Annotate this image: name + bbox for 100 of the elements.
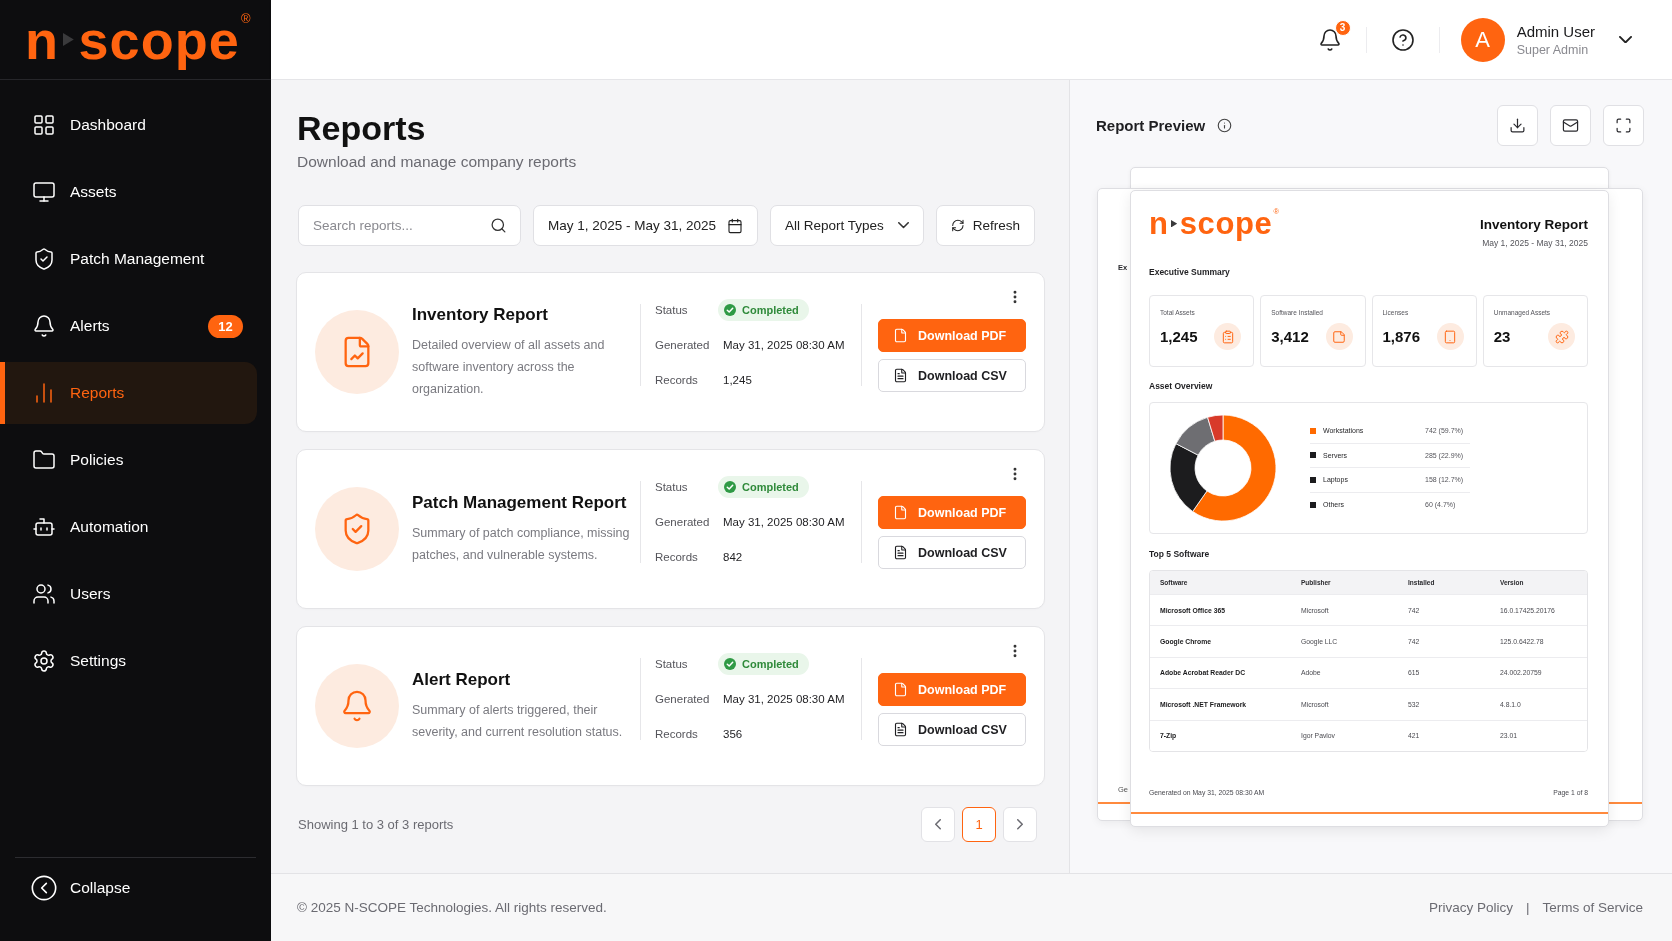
- field-value: 842: [723, 551, 743, 563]
- user-role: Super Admin: [1516, 42, 1589, 57]
- stat-value: 1,876: [1382, 328, 1421, 345]
- check-circle-icon: [724, 658, 736, 670]
- stat-value: 1,245: [1160, 328, 1198, 345]
- shield-icon: [32, 247, 56, 271]
- sidebar-item[interactable]: Users: [0, 563, 257, 625]
- tablet-icon: [1436, 323, 1464, 350]
- report-type-dropdown[interactable]: All Report Types: [770, 205, 924, 246]
- sidebar-item[interactable]: Dashboard: [0, 94, 257, 156]
- stat-value: 3,412: [1271, 328, 1309, 345]
- document-icon: [893, 545, 908, 560]
- date-range-picker[interactable]: May 1, 2025 - May 31, 2025: [533, 205, 758, 246]
- puzzle-icon: [1548, 323, 1575, 350]
- file-icon: [893, 682, 908, 697]
- refresh-icon: [951, 218, 965, 233]
- report-title: Patch Management Report: [412, 492, 627, 514]
- status-text: Completed: [742, 658, 799, 670]
- field-label: Status: [655, 304, 688, 316]
- field-value: May 31, 2025 08:30 AM: [723, 339, 845, 351]
- field-label: Generated: [655, 339, 710, 351]
- sidebar-item[interactable]: Patch Management: [0, 228, 257, 290]
- chevron-down-icon: [1619, 35, 1632, 44]
- help-icon: [1390, 27, 1415, 52]
- download-csv-button[interactable]: Download CSV: [878, 713, 1026, 746]
- search-icon: [490, 217, 507, 234]
- separator-text: |: [1525, 900, 1530, 915]
- file-icon: [893, 328, 908, 343]
- sidebar-item[interactable]: Reports: [0, 362, 257, 424]
- field-label: Status: [655, 658, 688, 670]
- download-csv-button[interactable]: Download CSV: [878, 536, 1026, 569]
- page-title: Reports: [297, 108, 426, 148]
- footer-link[interactable]: Privacy Policy: [1428, 900, 1513, 915]
- field-label: Records: [655, 728, 698, 740]
- preview-title: Report Preview: [1096, 117, 1206, 134]
- section-heading: Asset Overview: [1149, 380, 1213, 393]
- chevron-left-icon: [935, 819, 941, 830]
- bell-icon: [32, 314, 56, 338]
- help-button[interactable]: [1389, 26, 1416, 53]
- field-value: 1,245: [723, 374, 752, 386]
- sidebar-item[interactable]: Settings: [0, 630, 257, 692]
- document-icon: [893, 368, 908, 383]
- sidebar-item[interactable]: Automation: [0, 496, 257, 558]
- clipboard-icon: [1214, 323, 1242, 350]
- download-button[interactable]: [1497, 105, 1538, 146]
- report-description: Summary of alerts triggered, their severity, and current resolution status.: [412, 702, 624, 741]
- bell-icon: [1317, 27, 1342, 52]
- info-icon: [1217, 118, 1233, 133]
- report-title: Inventory Report: [412, 304, 549, 326]
- donut-slice: [1192, 415, 1276, 521]
- users-icon: [32, 582, 56, 606]
- user-name: Admin User: [1516, 22, 1595, 40]
- sidebar-item[interactable]: Alerts 12: [0, 295, 257, 357]
- user-menu-button[interactable]: A Admin User Super Admin: [1460, 17, 1632, 62]
- notification-count-badge: 3: [1334, 19, 1351, 36]
- field-value: 356: [723, 728, 743, 740]
- robot-icon: [32, 515, 56, 539]
- copyright-text: © 2025 N-SCOPE Technologies. All rights reserved.: [297, 900, 607, 915]
- fullscreen-icon: [1615, 117, 1632, 134]
- note-icon: [1325, 323, 1353, 350]
- folder-icon: [32, 448, 56, 472]
- report-description: Summary of patch compliance, missing patches, and vulnerable systems.: [412, 525, 631, 564]
- field-label: Generated: [655, 693, 710, 705]
- page-subtitle: Download and manage company reports: [297, 152, 577, 172]
- fullscreen-button[interactable]: [1603, 105, 1644, 146]
- collapse-button[interactable]: Collapse: [15, 872, 131, 904]
- results-summary: Showing 1 to 3 of 3 reports: [298, 817, 454, 832]
- report-description: Detailed overview of all assets and software inventory across the organization.: [412, 337, 606, 398]
- sidebar-item[interactable]: Policies: [0, 429, 257, 491]
- section-heading: Top 5 Software: [1149, 548, 1210, 561]
- document-icon: [893, 722, 908, 737]
- report-period: May 1, 2025 - May 31, 2025: [1482, 237, 1588, 249]
- email-button[interactable]: [1550, 105, 1591, 146]
- field-label: Generated: [655, 516, 710, 528]
- file-icon: [893, 505, 908, 520]
- field-label: Records: [655, 374, 698, 386]
- download-csv-button[interactable]: Download CSV: [878, 359, 1026, 392]
- chevron-left-icon: [30, 874, 58, 902]
- field-label: Status: [655, 481, 688, 493]
- check-circle-icon: [724, 481, 736, 493]
- status-text: Completed: [742, 304, 799, 316]
- report-title: Alert Report: [412, 669, 511, 691]
- chevron-down-icon: [898, 222, 909, 229]
- donut-slice: [1207, 415, 1224, 442]
- sidebar-item[interactable]: Assets: [0, 161, 257, 223]
- field-value: May 31, 2025 08:30 AM: [723, 516, 845, 528]
- chevron-right-icon: [1017, 819, 1023, 830]
- report-page-title: Inventory Report: [1480, 216, 1588, 233]
- footer-link[interactable]: Terms of Service: [1542, 900, 1643, 915]
- section-heading: Executive Summary: [1149, 266, 1230, 279]
- status-text: Completed: [742, 481, 799, 493]
- download-icon: [1509, 117, 1526, 134]
- grid-icon: [32, 113, 56, 137]
- field-label: Records: [655, 551, 698, 563]
- count-badge: 12: [208, 314, 243, 338]
- user-avatar: A: [1460, 17, 1505, 62]
- calendar-icon: [727, 217, 743, 234]
- monitor-icon: [32, 180, 56, 204]
- refresh-button[interactable]: Refresh: [936, 205, 1035, 246]
- search-field[interactable]: Search reports...: [298, 205, 521, 246]
